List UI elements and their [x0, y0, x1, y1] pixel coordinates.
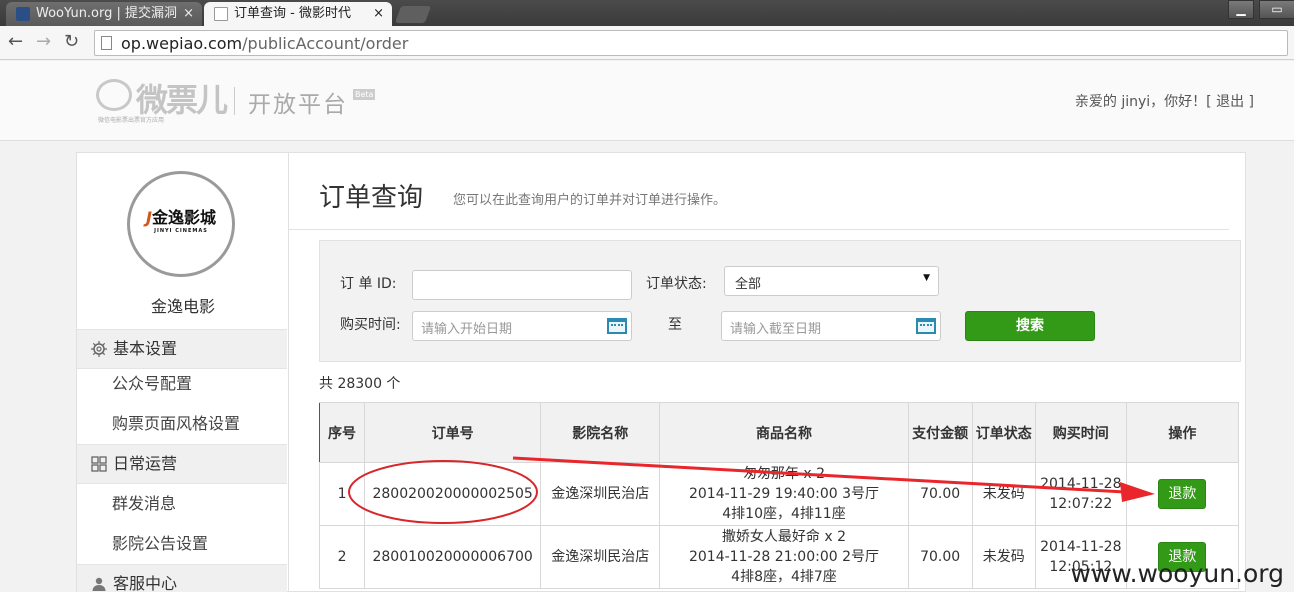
status-cell: 未发码: [971, 525, 1036, 589]
cinema-name: 金逸电影: [150, 297, 215, 316]
user-icon: [92, 577, 106, 591]
gear-icon: [91, 341, 107, 357]
order-id-input[interactable]: [412, 270, 632, 300]
logo-divider: [234, 87, 235, 115]
dropdown-arrow-icon: ▼: [923, 273, 930, 283]
column-header-product: 商品名称: [659, 402, 909, 463]
search-button[interactable]: 搜索: [965, 311, 1095, 341]
page-favicon-icon: [214, 7, 228, 21]
sidebar-item-account-config[interactable]: 公众号配置: [77, 364, 287, 404]
browser-tab-wooyun[interactable]: WooYun.org | 提交漏洞 ×: [6, 2, 202, 26]
column-header-status: 订单状态: [971, 402, 1036, 463]
cinema-cell: 金逸深圳民治店: [540, 525, 661, 589]
total-count: 共 28300 个: [319, 376, 401, 392]
order-no-cell: 280010020000006700: [364, 525, 542, 589]
refund-button[interactable]: 退款: [1158, 479, 1207, 509]
start-date-input[interactable]: 请输入开始日期: [412, 311, 632, 341]
end-date-input[interactable]: 请输入截至日期: [721, 311, 941, 341]
reload-icon[interactable]: ↻: [64, 31, 79, 52]
amount-cell: 70.00: [907, 462, 973, 526]
close-tab-icon[interactable]: ×: [183, 2, 194, 25]
wooyun-favicon-icon: [16, 7, 30, 21]
wepiao-logo-icon[interactable]: [96, 79, 132, 111]
cinema-logo: J金逸影城 JINYI CINEMAS: [127, 171, 235, 277]
table-header-row: 序号 订单号 影院名称 商品名称 支付金额 订单状态 购买时间 操作: [318, 402, 1240, 463]
purchase-time-label: 购买时间:: [340, 317, 401, 333]
seq-cell: 1: [318, 462, 366, 526]
column-header-time: 购买时间: [1034, 402, 1127, 463]
sidebar-section-daily-ops[interactable]: 日常运营: [77, 444, 287, 484]
address-bar: ← → ↻ op.wepiao.com/publicAccount/order: [0, 26, 1294, 60]
main-panel: 订单查询 您可以在此查询用户的订单并对订单进行操作。 订 单 ID: 订单状态:…: [288, 152, 1246, 592]
platform-title: 开放平台: [248, 92, 348, 118]
product-cell: 匆匆那年 x 2 2014-11-29 19:40:00 3号厅 4排10座，4…: [659, 462, 909, 526]
minimize-window-icon[interactable]: ▁: [1228, 0, 1254, 19]
back-arrow-icon[interactable]: ←: [8, 31, 23, 52]
status-cell: 未发码: [971, 462, 1036, 526]
page-icon: [101, 36, 112, 50]
forward-arrow-icon[interactable]: →: [36, 31, 51, 52]
url-input[interactable]: op.wepiao.com/publicAccount/order: [94, 30, 1288, 56]
logout-link[interactable]: 退出: [1216, 94, 1244, 110]
date-range-to-label: 至: [668, 317, 682, 333]
user-greeting: 亲爱的 jinyi，你好！[ 退出 ]: [1074, 94, 1254, 110]
seq-cell: 2: [318, 525, 366, 589]
tab-label: WooYun.org | 提交漏洞: [36, 6, 178, 21]
order-id-label: 订 单 ID:: [340, 276, 397, 292]
column-header-order-no: 订单号: [364, 402, 542, 463]
sidebar-item-ticket-style[interactable]: 购票页面风格设置: [77, 404, 287, 444]
page-description: 您可以在此查询用户的订单并对订单进行操作。: [453, 193, 727, 208]
order-status-label: 订单状态:: [646, 276, 707, 292]
order-no-cell: 280020020000002505: [364, 462, 542, 526]
product-cell: 撒娇女人最好命 x 2 2014-11-28 21:00:00 2号厅 4排8座…: [659, 525, 909, 589]
calendar-icon[interactable]: [916, 318, 936, 334]
action-cell: 退款: [1125, 462, 1240, 526]
column-header-amount: 支付金额: [907, 402, 973, 463]
column-header-cinema: 影院名称: [540, 402, 661, 463]
sidebar: J金逸影城 JINYI CINEMAS 金逸电影 基本设置 公众号配置 购票页面…: [76, 152, 288, 592]
calendar-icon[interactable]: [607, 318, 627, 334]
close-tab-icon[interactable]: ×: [373, 2, 384, 25]
beta-badge: Beta: [353, 89, 376, 100]
sidebar-section-customer-service[interactable]: 客服中心: [77, 564, 287, 592]
cinema-cell: 金逸深圳民治店: [540, 462, 661, 526]
time-cell: 2014-11-28 12:07:22: [1034, 462, 1127, 526]
new-tab-button[interactable]: [394, 6, 432, 23]
browser-tab-bar: WooYun.org | 提交漏洞 × 订单查询 - 微影时代 × ▁ ▭: [0, 0, 1294, 26]
tab-label: 订单查询 - 微影时代: [234, 6, 351, 21]
amount-cell: 70.00: [907, 525, 973, 589]
search-form: 订 单 ID: 订单状态: 全部 ▼ 购买时间: 请输入开始日期 至 请输入截至…: [319, 240, 1241, 362]
logo-tagline: 微信电影票出票官方应用: [98, 117, 165, 124]
column-header-action: 操作: [1125, 402, 1240, 463]
url-text: op.wepiao.com/publicAccount/order: [121, 34, 409, 53]
column-header-seq: 序号: [318, 402, 366, 463]
sidebar-item-cinema-notice[interactable]: 影院公告设置: [77, 524, 287, 564]
title-divider: [289, 229, 1229, 230]
site-header: 微票儿 微信电影票出票官方应用 开放平台 Beta 亲爱的 jinyi，你好！[…: [0, 61, 1294, 141]
grid-icon: [91, 456, 107, 472]
watermark: www.wooyun.org: [1070, 559, 1284, 588]
page-title: 订单查询: [319, 183, 424, 213]
sidebar-item-broadcast[interactable]: 群发消息: [77, 484, 287, 524]
order-status-select[interactable]: 全部 ▼: [724, 266, 939, 296]
browser-tab-order-query[interactable]: 订单查询 - 微影时代 ×: [204, 2, 392, 26]
table-row: 1 280020020000002505 金逸深圳民治店 匆匆那年 x 2 20…: [318, 462, 1240, 526]
sidebar-section-basic-settings[interactable]: 基本设置: [77, 329, 287, 369]
maximize-window-icon[interactable]: ▭: [1259, 0, 1294, 19]
